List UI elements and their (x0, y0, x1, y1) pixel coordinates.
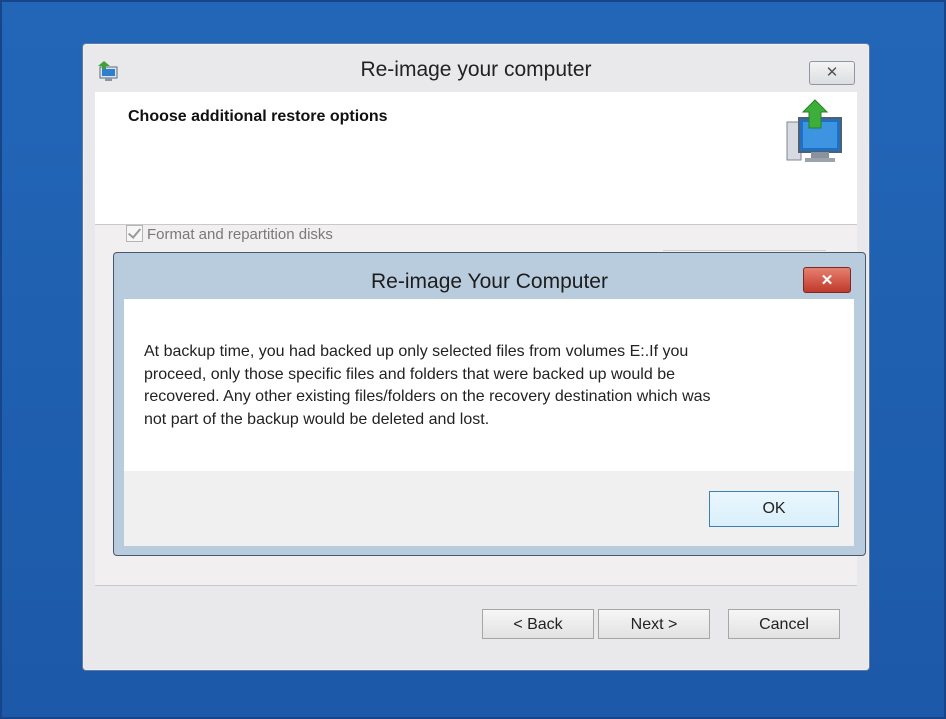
message-line: recovered. Any other existing files/fold… (144, 388, 711, 405)
wizard-close-button[interactable]: ✕ (809, 61, 855, 85)
ok-button[interactable]: OK (709, 491, 839, 527)
close-icon: ✕ (825, 64, 839, 81)
format-repartition-label: Format and repartition disks (147, 226, 333, 244)
wizard-titlebar[interactable]: Re-image your computer ✕ (83, 44, 869, 92)
wizard-title: Re-image your computer (360, 58, 592, 81)
wizard-header: Choose additional restore options (95, 92, 857, 224)
message-line: proceed, only those specific files and f… (144, 365, 675, 383)
dialog-footer: OK (124, 471, 854, 546)
computer-restore-icon (786, 99, 842, 162)
warning-message: At backup time, you had backed up only s… (144, 341, 824, 431)
cancel-button[interactable]: Cancel (728, 609, 840, 639)
reimage-warning-dialog: Re-image Your Computer ✕ At backup time,… (113, 252, 866, 556)
back-button[interactable]: < Back (482, 609, 594, 639)
page-title: Choose additional restore options (128, 108, 388, 125)
dialog-title: Re-image Your Computer (371, 270, 608, 293)
message-line: not part of the backup would be deleted … (144, 410, 490, 428)
message-line: At backup time, you had backed up only s… (144, 343, 689, 360)
close-icon: ✕ (820, 272, 834, 289)
next-button[interactable]: Next > (598, 609, 710, 639)
footer-divider (95, 585, 857, 586)
format-repartition-option: Format and repartition disks (126, 225, 333, 246)
dialog-close-button[interactable]: ✕ (803, 267, 851, 293)
format-repartition-checkbox (126, 225, 143, 243)
dialog-body: At backup time, you had backed up only s… (124, 299, 854, 546)
